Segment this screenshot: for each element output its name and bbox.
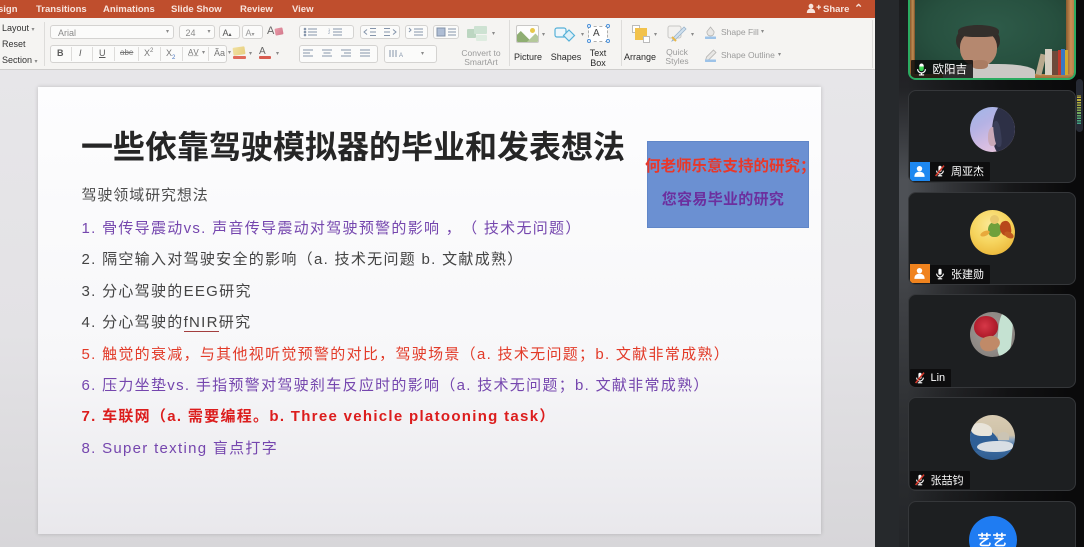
svg-text:2: 2 [328,30,331,35]
svg-text:A: A [399,53,403,59]
